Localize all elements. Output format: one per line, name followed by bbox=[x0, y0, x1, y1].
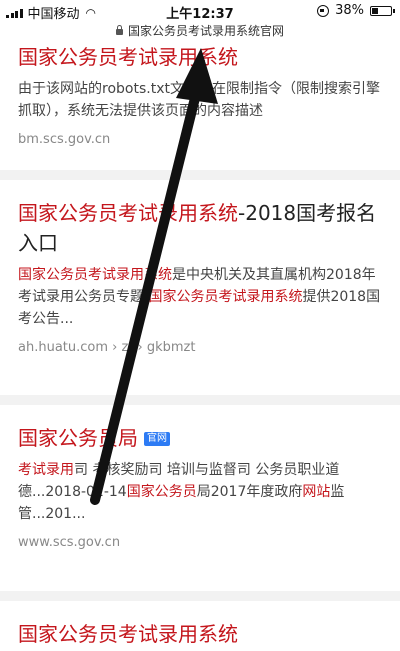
result-url[interactable]: www.scs.gov.cn bbox=[18, 535, 382, 550]
result-card: 国家公务员局 官网 考试录用司 考核奖励司 培训与监督司 公务员职业道德...20… bbox=[0, 405, 400, 591]
result-snippet: 国家公务员考试录用系统是中央机关及其直属机构2018年考试录用公务员专题,国家公… bbox=[18, 264, 382, 330]
title-text: 国家公务员局 bbox=[18, 426, 138, 450]
card-divider bbox=[0, 591, 400, 601]
address-bar[interactable]: 国家公务员考试录用系统官网 bbox=[0, 22, 400, 40]
address-text: 国家公务员考试录用系统官网 bbox=[127, 24, 284, 38]
result-title-link[interactable]: 国家公务员考试录用系统 bbox=[18, 42, 382, 72]
result-card: 国家公务员考试录用系统 由于该网站的robots.txt文件存在限制指令（限制搜… bbox=[0, 40, 400, 170]
result-url[interactable]: bm.scs.gov.cn bbox=[18, 132, 382, 147]
snippet-text: 局2017年度政府 bbox=[196, 484, 303, 500]
result-title-link[interactable]: 国家公务员考试录用系统-2018国考报名入口 bbox=[18, 198, 382, 258]
result-snippet: 由于该网站的robots.txt文件存在限制指令（限制搜索引擎抓取），系统无法提… bbox=[18, 81, 380, 119]
battery-percent: 38% bbox=[335, 3, 364, 18]
snippet-highlight: 国家公务员考试录用系统 bbox=[148, 289, 303, 305]
result-title-link[interactable]: 国家公务员局 官网 bbox=[18, 423, 382, 453]
card-divider bbox=[0, 170, 400, 180]
card-divider bbox=[0, 395, 400, 405]
snippet-highlight: 国家公务员考试录用系统 bbox=[18, 267, 172, 283]
result-title-link[interactable]: 国家公务员考试录用系统 bbox=[18, 619, 382, 649]
search-results: 国家公务员考试录用系统 由于该网站的robots.txt文件存在限制指令（限制搜… bbox=[0, 40, 400, 651]
result-card: 国家公务员考试录用系统-2018国考报名入口 国家公务员考试录用系统是中央机关及… bbox=[0, 180, 400, 395]
snippet-highlight: 国家公务员 bbox=[126, 484, 197, 500]
rotation-lock-icon bbox=[317, 4, 330, 17]
status-bar: 中国移动 ◠ 上午12:37 38% bbox=[0, 0, 400, 22]
result-card: 国家公务员考试录用系统 bbox=[0, 601, 400, 651]
snippet-highlight: 考试录用 bbox=[18, 462, 74, 478]
battery-icon bbox=[370, 5, 395, 16]
status-right: 38% bbox=[317, 3, 395, 18]
official-badge: 官网 bbox=[144, 432, 170, 446]
title-highlight: 国家公务员考试录用系统 bbox=[18, 201, 238, 225]
snippet-highlight: 网站 bbox=[302, 484, 331, 500]
result-snippet: 考试录用司 考核奖励司 培训与监督司 公务员职业道德...2018-02-14国… bbox=[18, 459, 382, 525]
result-url[interactable]: ah.huatu.com › zt › gkbmzt bbox=[18, 340, 382, 355]
lock-icon bbox=[115, 25, 123, 35]
